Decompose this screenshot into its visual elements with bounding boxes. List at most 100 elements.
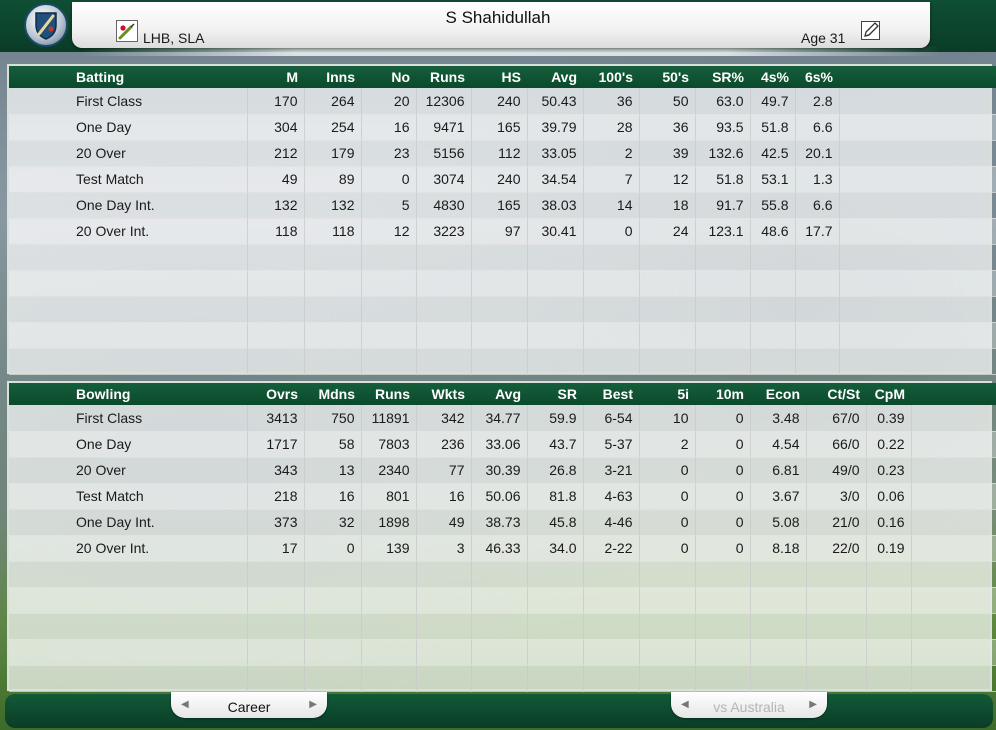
column-header[interactable]: SR bbox=[527, 383, 583, 405]
table-cell: 240 bbox=[471, 166, 528, 193]
player-header: S Shahidullah LHB, SLA Age 31 bbox=[0, 0, 996, 56]
table-row[interactable]: One Day Int. 132 132 5 4830 165 38.03 14… bbox=[9, 192, 996, 219]
column-header[interactable]: SR% bbox=[695, 66, 750, 88]
column-header[interactable]: Wkts bbox=[416, 383, 471, 405]
table-cell: 170 bbox=[247, 88, 305, 115]
table-row[interactable]: 20 Over Int. 17 0 139 3 46.33 34.0 2-22 … bbox=[9, 535, 996, 562]
table-row[interactable]: One Day Int. 373 32 1898 49 38.73 45.8 4… bbox=[9, 509, 996, 536]
table-cell: 59.9 bbox=[527, 405, 584, 432]
pencil-icon[interactable] bbox=[860, 19, 882, 41]
column-header[interactable]: Ovrs bbox=[247, 383, 304, 405]
table-cell: 16 bbox=[361, 114, 417, 141]
column-header[interactable]: 100's bbox=[583, 66, 639, 88]
column-header[interactable]: Avg bbox=[527, 66, 583, 88]
career-tab[interactable]: ◀ Career ▶ bbox=[171, 692, 327, 718]
column-header[interactable]: Econ bbox=[750, 383, 806, 405]
table-cell: 2340 bbox=[361, 457, 417, 484]
table-cell: 5156 bbox=[416, 140, 472, 167]
column-header[interactable]: No bbox=[361, 66, 416, 88]
table-cell: 33.06 bbox=[471, 431, 528, 458]
table-cell: 93.5 bbox=[695, 114, 751, 141]
table-cell-empty bbox=[839, 192, 996, 219]
column-header[interactable]: Mdns bbox=[304, 383, 361, 405]
empty-row bbox=[9, 639, 996, 666]
column-header[interactable]: 50's bbox=[639, 66, 695, 88]
versus-tab[interactable]: ◀ vs Australia ▶ bbox=[671, 692, 827, 718]
column-header[interactable]: Ct/St bbox=[806, 383, 866, 405]
table-cell: 26.8 bbox=[527, 457, 584, 484]
table-cell: 36 bbox=[639, 114, 696, 141]
table-cell: 0 bbox=[304, 535, 362, 562]
table-cell: 218 bbox=[247, 483, 305, 510]
table-cell: 50 bbox=[639, 88, 696, 115]
column-header[interactable]: M bbox=[247, 66, 304, 88]
table-cell: 14 bbox=[583, 192, 640, 219]
table-cell: 264 bbox=[304, 88, 362, 115]
table-cell: 34.54 bbox=[527, 166, 584, 193]
table-row[interactable]: 20 Over 212 179 23 5156 112 33.05 2 39 1… bbox=[9, 140, 996, 167]
right-arrow-icon[interactable]: ▶ bbox=[309, 699, 317, 710]
table-row[interactable]: 20 Over 343 13 2340 77 30.39 26.8 3-21 0… bbox=[9, 457, 996, 484]
column-header[interactable]: Inns bbox=[304, 66, 361, 88]
table-cell: 112 bbox=[471, 140, 528, 167]
table-cell: 51.8 bbox=[695, 166, 751, 193]
column-header[interactable]: Bowling bbox=[9, 383, 247, 405]
table-row[interactable]: One Day 1717 58 7803 236 33.06 43.7 5-37… bbox=[9, 431, 996, 458]
table-cell: 8.18 bbox=[750, 535, 807, 562]
table-cell-empty bbox=[839, 140, 996, 167]
table-cell: 3223 bbox=[416, 218, 472, 245]
column-header[interactable]: 5i bbox=[639, 383, 695, 405]
table-cell-empty bbox=[911, 405, 996, 432]
column-header-empty bbox=[839, 66, 996, 88]
table-cell: 50.43 bbox=[527, 88, 584, 115]
column-header[interactable]: 6s% bbox=[795, 66, 839, 88]
table-cell: 20.1 bbox=[795, 140, 840, 167]
table-cell: 3.67 bbox=[750, 483, 807, 510]
row-label: 20 Over Int. bbox=[9, 218, 248, 245]
table-cell: 3074 bbox=[416, 166, 472, 193]
table-cell: 0 bbox=[695, 457, 751, 484]
column-header[interactable]: Avg bbox=[471, 383, 527, 405]
column-header[interactable]: CpM bbox=[866, 383, 911, 405]
table-cell: 2 bbox=[583, 140, 640, 167]
table-cell: 4.54 bbox=[750, 431, 807, 458]
table-cell: 6.81 bbox=[750, 457, 807, 484]
column-header[interactable]: HS bbox=[471, 66, 527, 88]
empty-row bbox=[9, 322, 996, 349]
bowling-table: Bowling Ovrs Mdns Runs Wkts Avg SR Best … bbox=[9, 383, 996, 692]
column-header[interactable]: Best bbox=[583, 383, 639, 405]
table-cell: 118 bbox=[304, 218, 362, 245]
column-header[interactable]: Batting bbox=[9, 66, 247, 88]
table-cell: 30.39 bbox=[471, 457, 528, 484]
table-row[interactable]: One Day 304 254 16 9471 165 39.79 28 36 … bbox=[9, 114, 996, 141]
table-cell: 12 bbox=[361, 218, 417, 245]
table-row[interactable]: Test Match 218 16 801 16 50.06 81.8 4-63… bbox=[9, 483, 996, 510]
column-header[interactable]: Runs bbox=[361, 383, 416, 405]
column-header[interactable]: 10m bbox=[695, 383, 750, 405]
column-header[interactable]: Runs bbox=[416, 66, 471, 88]
table-cell: 81.8 bbox=[527, 483, 584, 510]
player-age: Age 31 bbox=[801, 30, 846, 46]
column-header[interactable]: 4s% bbox=[750, 66, 795, 88]
table-cell: 373 bbox=[247, 509, 305, 536]
table-cell: 49 bbox=[416, 509, 472, 536]
table-cell: 18 bbox=[639, 192, 696, 219]
table-cell: 132 bbox=[304, 192, 362, 219]
table-cell: 89 bbox=[304, 166, 362, 193]
column-header-empty bbox=[911, 383, 996, 405]
batting-panel: Batting M Inns No Runs HS Avg 100's 50's… bbox=[7, 64, 996, 375]
batting-table: Batting M Inns No Runs HS Avg 100's 50's… bbox=[9, 66, 996, 375]
table-row[interactable]: First Class 170 264 20 12306 240 50.43 3… bbox=[9, 88, 996, 115]
table-row[interactable]: Test Match 49 89 0 3074 240 34.54 7 12 5… bbox=[9, 166, 996, 193]
table-cell: 49.7 bbox=[750, 88, 796, 115]
table-cell: 1898 bbox=[361, 509, 417, 536]
right-arrow-icon[interactable]: ▶ bbox=[809, 699, 817, 710]
table-cell: 5-37 bbox=[583, 431, 640, 458]
table-cell: 3413 bbox=[247, 405, 305, 432]
table-cell: 5.08 bbox=[750, 509, 807, 536]
table-cell-empty bbox=[911, 431, 996, 458]
table-row[interactable]: First Class 3413 750 11891 342 34.77 59.… bbox=[9, 405, 996, 432]
row-label: One Day Int. bbox=[9, 509, 248, 536]
table-row[interactable]: 20 Over Int. 118 118 12 3223 97 30.41 0 … bbox=[9, 218, 996, 245]
versus-tab-label: vs Australia bbox=[713, 699, 785, 715]
